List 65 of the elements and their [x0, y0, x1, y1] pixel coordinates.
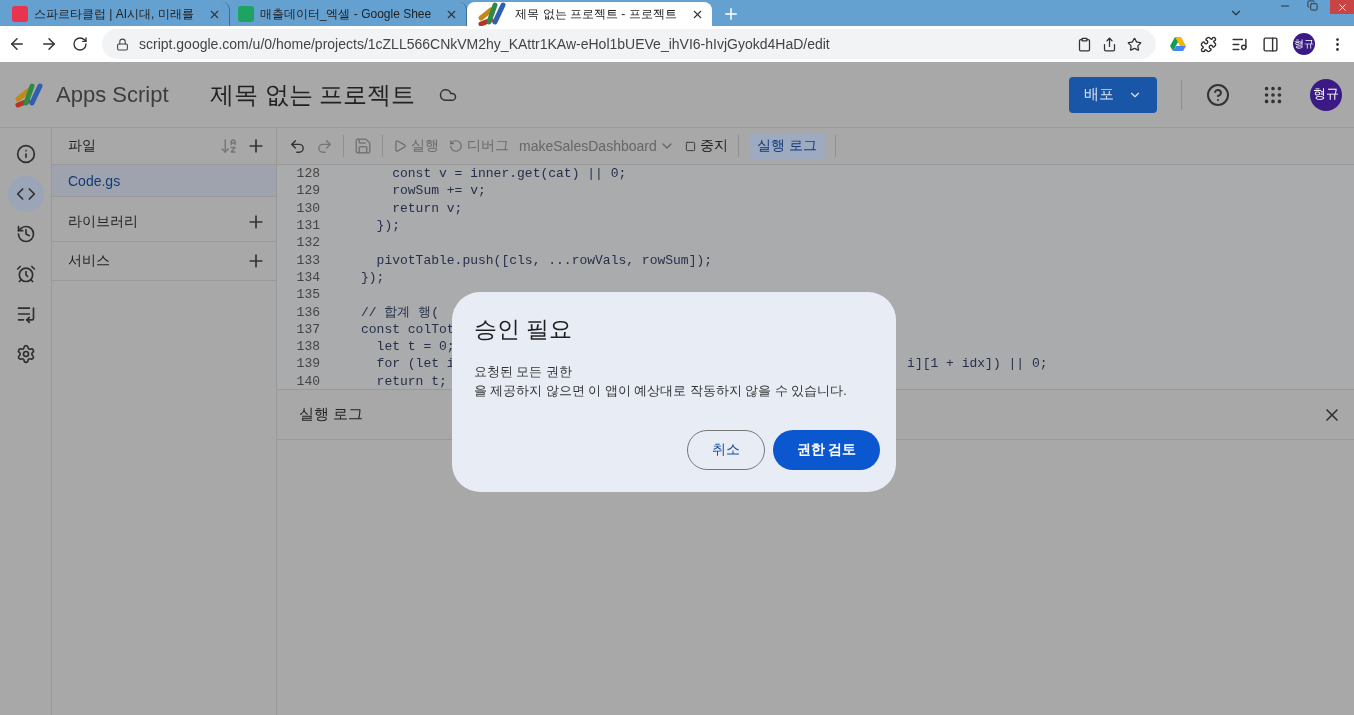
code-line: });: [361, 269, 385, 285]
line-number: 128: [295, 166, 320, 182]
drive-icon[interactable]: [1170, 37, 1186, 51]
tab-favicon: [237, 6, 254, 22]
star-icon[interactable]: [1127, 36, 1142, 52]
address-bar[interactable]: script.google.com/u/0/home/projects/1cZLL566CNkVM2hy_KAttr1KAw-eHol1bUEVe_ihVI6-hIvjGyokd4HaD/edit: [102, 29, 1156, 59]
code-line: let t = 0;: [375, 339, 455, 355]
line-number: 130: [295, 200, 320, 216]
close-window-icon[interactable]: [1330, 0, 1354, 14]
code-line: const colTot: [361, 321, 455, 337]
play-icon: [393, 139, 407, 153]
code-line: // 합계 행(: [361, 304, 439, 322]
file-item[interactable]: Code.gs: [52, 165, 276, 197]
stop-button[interactable]: 중지: [684, 137, 728, 155]
undo-icon[interactable]: [289, 137, 306, 155]
tab-title: 매출데이터_엑셀 - Google Shee: [259, 5, 432, 23]
code-line: const v = inner.get(cat) || 0;: [391, 166, 627, 182]
line-number: 135: [295, 287, 320, 303]
reload-icon[interactable]: [72, 36, 88, 52]
tab-title: 제목 없는 프로젝트 - 프로젝트: [515, 5, 677, 23]
help-icon[interactable]: [1206, 82, 1230, 107]
browser-tab[interactable]: 제목 없는 프로젝트 - 프로젝트: [467, 2, 712, 26]
line-number: 133: [295, 252, 320, 268]
review-permissions-button[interactable]: 권한 검토: [773, 430, 880, 470]
back-icon[interactable]: [8, 35, 26, 53]
forward-icon[interactable]: [40, 35, 58, 53]
lock-icon: [116, 37, 129, 51]
side-panel-icon[interactable]: [1262, 35, 1279, 53]
line-number: 129: [295, 183, 320, 199]
puzzle-icon[interactable]: [1200, 35, 1217, 53]
code-line: return v;: [391, 200, 463, 216]
account-avatar[interactable]: 형규: [1310, 78, 1342, 111]
log-panel-title: 실행 로그: [299, 405, 364, 424]
line-number: 137: [295, 321, 320, 337]
section-label: 라이브러리: [68, 213, 139, 231]
dialog-title: 승인 필요: [474, 315, 574, 344]
line-number: 140: [295, 373, 320, 389]
line-number: 139: [295, 356, 320, 372]
code-icon[interactable]: [7, 176, 44, 212]
code-line: });: [375, 218, 400, 234]
line-number: 138: [295, 339, 320, 355]
project-title[interactable]: 제목 없는 프로젝트: [210, 78, 416, 111]
deploy-button[interactable]: 배포: [1069, 76, 1157, 113]
line-number: 132: [295, 235, 320, 251]
section-label: 서비스: [68, 252, 111, 270]
tab-title: 스파르타클럽 | AI시대, 미래를: [34, 5, 194, 23]
line-number: 131: [295, 218, 320, 234]
app-name: Apps Script: [56, 81, 170, 108]
code-line: pivotTable.push([cls, ...rowVals, rowSum]);: [375, 252, 713, 268]
tab-favicon: [12, 6, 28, 22]
code-line: rowSum += v;: [391, 183, 486, 199]
profile-avatar[interactable]: 형규: [1293, 33, 1315, 55]
stop-icon: [684, 140, 696, 152]
files-heading: 파일: [68, 137, 97, 155]
restore-icon[interactable]: [1307, 0, 1318, 11]
code-line: i][1 + idx]) || 0;: [907, 356, 1048, 372]
line-number: 134: [295, 269, 320, 285]
share-icon[interactable]: [1102, 36, 1117, 52]
clipboard-icon[interactable]: [1077, 36, 1092, 52]
code-line: return t;: [375, 373, 447, 389]
dialog-message: 요청된 모든 권한 을 제공하지 않으면 이 앱이 예상대로 작동하지 않을 수 있습니다.: [474, 364, 848, 400]
apps-script-logo: [12, 80, 46, 109]
debug-icon: [449, 139, 463, 153]
execution-log-button[interactable]: 실행 로그: [748, 133, 825, 159]
line-number: 136: [295, 304, 320, 320]
